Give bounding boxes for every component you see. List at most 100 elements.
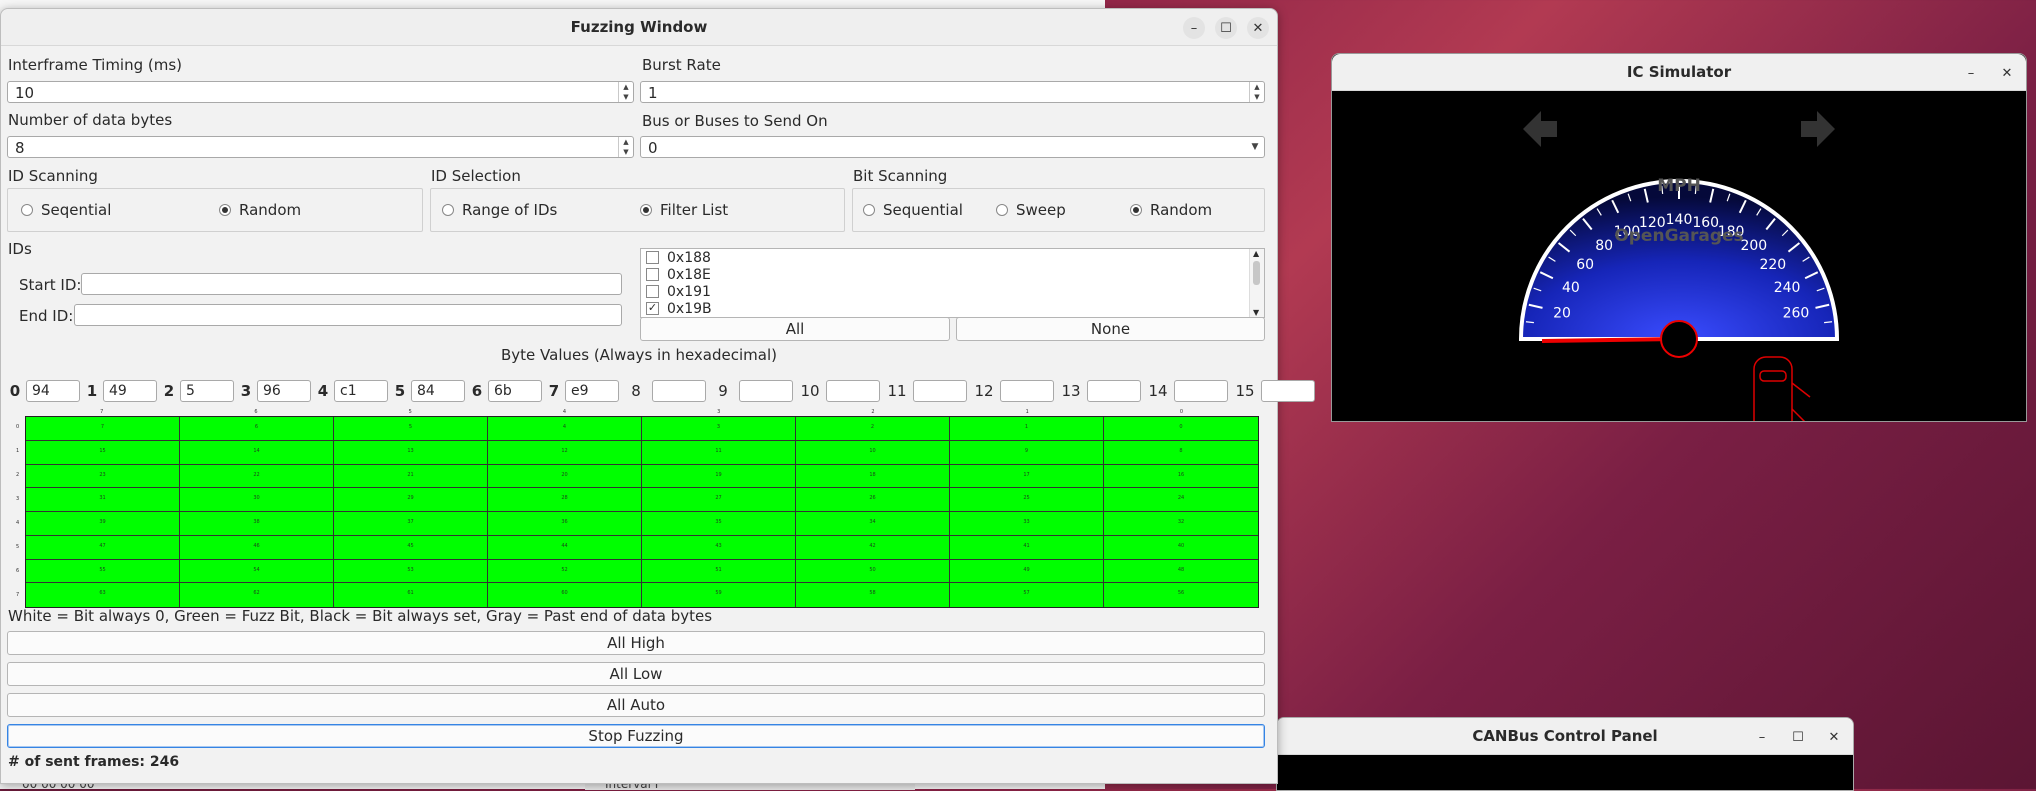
bit-cell[interactable]: 22 (180, 464, 334, 489)
bit-cell[interactable]: 33 (950, 512, 1104, 536)
nbytes-spinbox[interactable]: 8 ▲ ▼ (7, 136, 634, 158)
byte-value-input[interactable] (739, 380, 793, 402)
bit-cell[interactable]: 52 (488, 559, 642, 584)
bit-cell[interactable]: 25 (950, 488, 1104, 512)
bit-cell[interactable]: 59 (642, 583, 796, 607)
byte-value-input[interactable] (1000, 380, 1054, 402)
minimize-icon[interactable]: – (1751, 726, 1773, 748)
bit-cell[interactable]: 16 (1104, 464, 1258, 489)
bit-cell[interactable]: 23 (26, 464, 180, 489)
radio-filter-list[interactable]: Filter List (640, 201, 728, 219)
bit-cell[interactable]: 3 (642, 417, 796, 441)
bit-cell[interactable]: 62 (180, 583, 334, 607)
radio-bit-sequential[interactable]: Sequential (863, 201, 963, 219)
bit-cell[interactable]: 38 (180, 512, 334, 536)
byte-value-input[interactable] (652, 380, 706, 402)
bit-cell[interactable]: 30 (180, 488, 334, 512)
bit-cell[interactable]: 19 (642, 464, 796, 489)
maximize-icon[interactable]: ☐ (1215, 17, 1237, 39)
stop-fuzzing-button[interactable]: Stop Fuzzing (7, 724, 1265, 748)
byte-value-input[interactable]: 5 (180, 380, 234, 402)
bit-cell[interactable]: 54 (180, 559, 334, 584)
byte-value-input[interactable]: 96 (257, 380, 311, 402)
bit-cell[interactable]: 58 (796, 583, 950, 607)
id-filter-list[interactable]: 0x188 0x18E 0x191 ✓ 0x19B ▲ ▼ (640, 248, 1265, 318)
byte-value-input[interactable] (1174, 380, 1228, 402)
list-item[interactable]: 0x188 (641, 249, 1264, 266)
bit-cell[interactable]: 51 (642, 559, 796, 584)
scroll-down-icon[interactable]: ▼ (1253, 308, 1259, 317)
checkbox-checked-icon[interactable]: ✓ (646, 302, 659, 315)
byte-value-input[interactable]: 6b (488, 380, 542, 402)
byte-value-input[interactable] (1087, 380, 1141, 402)
bit-cell[interactable]: 36 (488, 512, 642, 536)
bit-cell[interactable]: 20 (488, 464, 642, 489)
bit-cell[interactable]: 11 (642, 440, 796, 465)
select-all-button[interactable]: All (640, 317, 950, 341)
bit-cell[interactable]: 5 (334, 417, 488, 441)
list-item[interactable]: ✓ 0x19B (641, 300, 1264, 317)
radio-bit-sweep[interactable]: Sweep (996, 201, 1066, 219)
checkbox-icon[interactable] (646, 285, 659, 298)
bit-cell[interactable]: 37 (334, 512, 488, 536)
bus-select[interactable]: 0 ▼ (640, 136, 1265, 158)
all-low-button[interactable]: All Low (7, 662, 1265, 686)
bit-cell[interactable]: 61 (334, 583, 488, 607)
bit-cell[interactable]: 2 (796, 417, 950, 441)
bit-cell[interactable]: 40 (1104, 535, 1258, 560)
close-icon[interactable]: ✕ (1823, 726, 1845, 748)
bit-cell[interactable]: 45 (334, 535, 488, 560)
bit-cell[interactable]: 17 (950, 464, 1104, 489)
bit-cell[interactable]: 9 (950, 440, 1104, 465)
start-id-input[interactable] (81, 273, 622, 295)
spin-arrows-icon[interactable]: ▲ ▼ (618, 137, 633, 157)
bit-cell[interactable]: 46 (180, 535, 334, 560)
bit-cell[interactable]: 12 (488, 440, 642, 465)
radio-id-sequential[interactable]: Seqential (21, 201, 111, 219)
radio-id-random[interactable]: Random (219, 201, 301, 219)
bit-cell[interactable]: 0 (1104, 417, 1258, 441)
bit-cell[interactable]: 41 (950, 535, 1104, 560)
bit-cell[interactable]: 34 (796, 512, 950, 536)
chevron-down-icon[interactable]: ▼ (1246, 137, 1264, 157)
bit-cell[interactable]: 63 (26, 583, 180, 607)
bit-cell[interactable]: 18 (796, 464, 950, 489)
radio-bit-random[interactable]: Random (1130, 201, 1212, 219)
bit-cell[interactable]: 43 (642, 535, 796, 560)
bit-cell[interactable]: 42 (796, 535, 950, 560)
bit-cell[interactable]: 31 (26, 488, 180, 512)
bit-cell[interactable]: 8 (1104, 440, 1258, 465)
bit-cell[interactable]: 44 (488, 535, 642, 560)
byte-value-input[interactable] (826, 380, 880, 402)
scroll-thumb[interactable] (1253, 261, 1260, 285)
interframe-spinbox[interactable]: 10 ▲ ▼ (7, 81, 634, 103)
list-scrollbar[interactable]: ▲ ▼ (1249, 249, 1264, 317)
bit-cell[interactable]: 55 (26, 559, 180, 584)
bit-cell[interactable]: 47 (26, 535, 180, 560)
spin-arrows-icon[interactable]: ▲ ▼ (618, 82, 633, 102)
bit-cell[interactable]: 6 (180, 417, 334, 441)
bit-cell[interactable]: 10 (796, 440, 950, 465)
checkbox-icon[interactable] (646, 268, 659, 281)
byte-value-input[interactable]: c1 (334, 380, 388, 402)
bit-cell[interactable]: 14 (180, 440, 334, 465)
select-none-button[interactable]: None (956, 317, 1265, 341)
maximize-icon[interactable]: ☐ (1787, 726, 1809, 748)
byte-value-input[interactable] (913, 380, 967, 402)
all-high-button[interactable]: All High (7, 631, 1265, 655)
list-item[interactable]: 0x191 (641, 283, 1264, 300)
bit-cell[interactable]: 57 (950, 583, 1104, 607)
scroll-up-icon[interactable]: ▲ (1253, 249, 1259, 258)
bit-cell[interactable]: 35 (642, 512, 796, 536)
bit-cell[interactable]: 1 (950, 417, 1104, 441)
bit-cell[interactable]: 27 (642, 488, 796, 512)
bit-cell[interactable]: 26 (796, 488, 950, 512)
bit-cell[interactable]: 4 (488, 417, 642, 441)
bit-cell[interactable]: 50 (796, 559, 950, 584)
bit-cell[interactable]: 29 (334, 488, 488, 512)
spin-arrows-icon[interactable]: ▲ ▼ (1249, 82, 1264, 102)
bit-cell[interactable]: 39 (26, 512, 180, 536)
bit-cell[interactable]: 49 (950, 559, 1104, 584)
minimize-icon[interactable]: – (1960, 62, 1982, 84)
bit-cell[interactable]: 15 (26, 440, 180, 465)
